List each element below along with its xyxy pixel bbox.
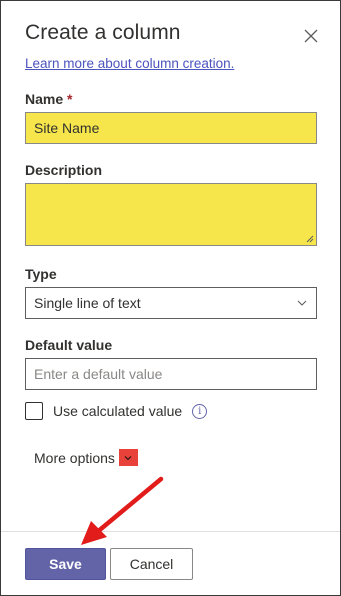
calculated-value-row: Use calculated value i xyxy=(25,402,208,420)
save-button[interactable]: Save xyxy=(25,548,106,580)
type-dropdown[interactable]: Single line of text xyxy=(25,287,317,319)
close-icon[interactable] xyxy=(301,26,321,46)
default-value-input[interactable]: Enter a default value xyxy=(25,358,317,390)
type-selected-value: Single line of text xyxy=(34,295,141,311)
name-input[interactable]: Site Name xyxy=(25,112,317,144)
learn-more-link[interactable]: Learn more about column creation. xyxy=(25,56,234,71)
default-value-label: Default value xyxy=(25,337,113,353)
more-options-label: More options xyxy=(34,449,115,466)
chevron-down-icon xyxy=(297,300,307,306)
more-options-toggle[interactable]: More options xyxy=(34,449,138,466)
name-label: Name * xyxy=(25,91,72,107)
panel-title: Create a column xyxy=(25,21,181,44)
info-icon[interactable]: i xyxy=(192,403,208,419)
cancel-button[interactable]: Cancel xyxy=(110,548,193,580)
resize-handle-icon[interactable] xyxy=(306,235,314,243)
use-calculated-label: Use calculated value xyxy=(53,403,183,419)
description-input[interactable] xyxy=(25,183,317,246)
more-options-highlight[interactable] xyxy=(118,449,138,466)
red-arrow-annotation xyxy=(81,476,164,545)
description-label: Description xyxy=(25,162,103,178)
name-label-text: Name xyxy=(25,91,64,107)
chevron-down-icon xyxy=(124,455,132,460)
required-mark: * xyxy=(67,91,73,107)
use-calculated-checkbox[interactable] xyxy=(25,402,43,420)
default-value-placeholder: Enter a default value xyxy=(34,366,163,382)
name-input-value: Site Name xyxy=(34,120,100,136)
type-label: Type xyxy=(25,266,57,282)
create-column-panel: Create a column Learn more about column … xyxy=(0,0,341,596)
